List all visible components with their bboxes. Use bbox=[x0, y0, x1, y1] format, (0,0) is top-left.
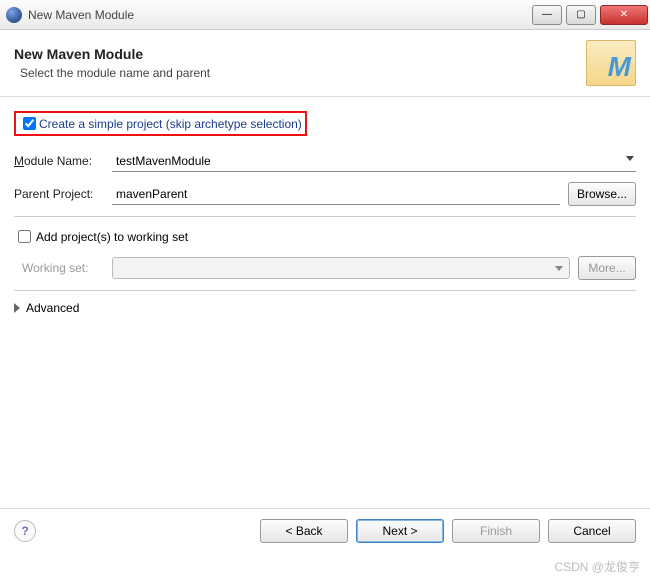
minimize-button[interactable]: — bbox=[532, 5, 562, 25]
page-subtitle: Select the module name and parent bbox=[14, 66, 210, 80]
watermark: CSDN @龙俊亨 bbox=[554, 558, 640, 575]
chevron-down-icon[interactable] bbox=[626, 156, 634, 161]
finish-button: Finish bbox=[452, 519, 540, 543]
dialog-header: New Maven Module Select the module name … bbox=[0, 30, 650, 97]
help-icon[interactable]: ? bbox=[14, 520, 36, 542]
divider bbox=[14, 290, 636, 291]
simple-project-checkbox[interactable] bbox=[23, 117, 36, 130]
chevron-down-icon bbox=[555, 266, 563, 271]
eclipse-icon bbox=[6, 7, 22, 23]
advanced-label: Advanced bbox=[26, 301, 79, 315]
parent-project-label: Parent Project: bbox=[14, 187, 112, 201]
simple-project-highlight: Create a simple project (skip archetype … bbox=[14, 111, 307, 136]
close-button[interactable]: ✕ bbox=[600, 5, 648, 25]
simple-project-label: Create a simple project (skip archetype … bbox=[39, 117, 302, 131]
module-name-label: Module Name: bbox=[14, 154, 112, 168]
maximize-button[interactable]: ▢ bbox=[566, 5, 596, 25]
advanced-expander[interactable]: Advanced bbox=[14, 301, 636, 315]
module-name-input[interactable] bbox=[112, 150, 636, 172]
cancel-button[interactable]: Cancel bbox=[548, 519, 636, 543]
working-set-label: Working set: bbox=[14, 261, 112, 275]
parent-project-input[interactable] bbox=[112, 183, 560, 205]
titlebar: New Maven Module — ▢ ✕ bbox=[0, 0, 650, 30]
add-to-working-set-checkbox[interactable] bbox=[18, 230, 31, 243]
dialog-footer: ? < Back Next > Finish Cancel bbox=[0, 508, 650, 553]
triangle-right-icon bbox=[14, 303, 20, 313]
working-set-combo bbox=[112, 257, 570, 279]
back-button[interactable]: < Back bbox=[260, 519, 348, 543]
more-button: More... bbox=[578, 256, 636, 280]
add-to-working-set-label: Add project(s) to working set bbox=[36, 230, 188, 244]
next-button[interactable]: Next > bbox=[356, 519, 444, 543]
browse-button[interactable]: Browse... bbox=[568, 182, 636, 206]
maven-icon bbox=[586, 40, 636, 86]
window-title: New Maven Module bbox=[28, 8, 134, 22]
divider bbox=[14, 216, 636, 217]
page-title: New Maven Module bbox=[14, 46, 210, 62]
